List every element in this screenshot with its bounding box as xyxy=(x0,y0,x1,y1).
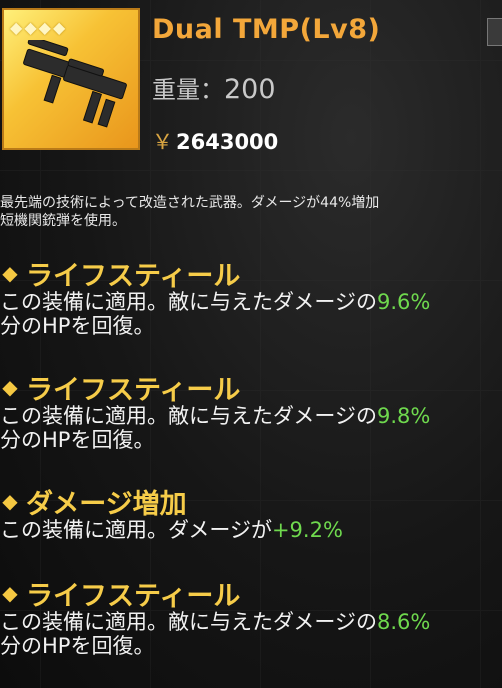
item-price: ￥ 2643000 xyxy=(152,126,278,156)
effect-name: ライフスティール xyxy=(26,580,241,612)
effect-text-line2: 分のHPを回復。 xyxy=(0,634,155,658)
diamond-bullet-icon: ◆ xyxy=(2,375,18,399)
lock-icon[interactable] xyxy=(487,18,502,46)
effect-text: この装備に適用。敵に与えたダメージの8.6% xyxy=(0,610,431,634)
item-thumbnail[interactable]: ◆ ◆ ◆ ◆ xyxy=(2,8,140,150)
effect-text: この装備に適用。敵に与えたダメージの9.8% xyxy=(0,404,431,428)
price-value: 2643000 xyxy=(176,130,279,154)
star-gem-icon: ◆ xyxy=(38,18,51,37)
diamond-bullet-icon: ◆ xyxy=(2,581,18,605)
star-gem-icon: ◆ xyxy=(52,18,66,37)
weight-value: 200 xyxy=(224,74,276,105)
effect-text-line2: 分のHPを回復。 xyxy=(0,314,155,338)
rarity-stars: ◆ ◆ ◆ ◆ xyxy=(10,20,65,36)
effect-text: この装備に適用。ダメージが+9.2% xyxy=(0,518,343,542)
effect-section: ◆ ダメージ増加 この装備に適用。ダメージが+9.2% xyxy=(0,484,502,543)
effect-value: 8.6% xyxy=(376,610,431,634)
diamond-bullet-icon: ◆ xyxy=(2,489,18,513)
item-weight: 重量：200 xyxy=(152,70,276,105)
effect-section: ◆ ライフスティール この装備に適用。敵に与えたダメージの9.6% 分のHPを回復… xyxy=(0,256,502,339)
weight-label: 重量： xyxy=(152,76,224,104)
star-gem-icon: ◆ xyxy=(10,18,23,37)
effect-value: 9.6% xyxy=(376,290,431,314)
yen-icon: ￥ xyxy=(152,130,173,154)
effect-name: ダメージ増加 xyxy=(26,488,187,520)
smg-weapon-icon xyxy=(23,40,127,128)
description-line: 短機関銃弾を使用。 xyxy=(0,213,126,229)
effect-section: ◆ ライフスティール この装備に適用。敵に与えたダメージの9.8% 分のHPを回復… xyxy=(0,370,502,453)
effect-value: +9.2% xyxy=(271,518,343,542)
effect-name: ライフスティール xyxy=(26,374,241,406)
effect-text-line2: 分のHPを回復。 xyxy=(0,428,155,452)
effect-name: ライフスティール xyxy=(26,260,241,292)
effect-section: ◆ ライフスティール この装備に適用。敵に与えたダメージの8.6% 分のHPを回復… xyxy=(0,576,502,659)
item-description: 最先端の技術によって改造された武器。ダメージが44%増加 短機関銃弾を使用。 xyxy=(0,194,502,230)
description-line: 最先端の技術によって改造された武器。ダメージが44%増加 xyxy=(0,195,380,211)
star-gem-icon: ◆ xyxy=(24,18,37,37)
item-title: Dual TMP(Lv8) xyxy=(152,14,381,45)
effect-text: この装備に適用。敵に与えたダメージの9.6% xyxy=(0,290,431,314)
effect-value: 9.8% xyxy=(376,404,431,428)
diamond-bullet-icon: ◆ xyxy=(2,261,18,285)
